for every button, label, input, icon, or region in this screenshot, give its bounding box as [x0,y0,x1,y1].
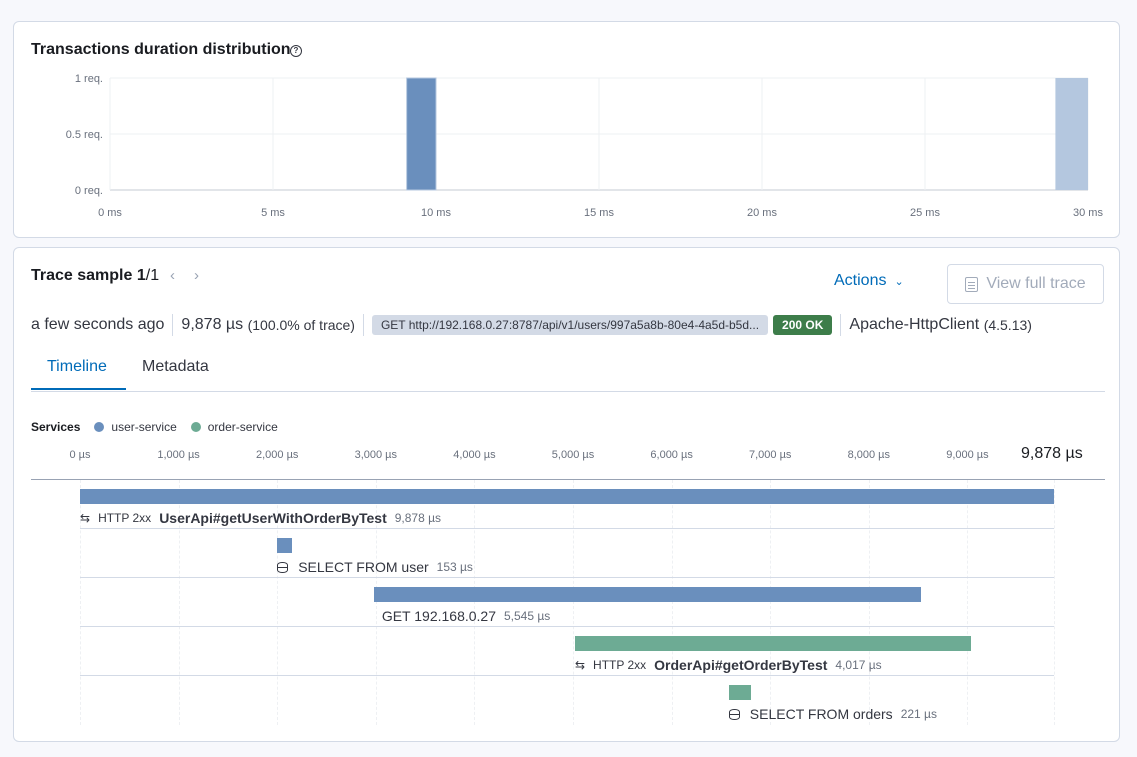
database-icon [728,708,740,720]
chevron-left-icon[interactable]: ‹ [170,267,175,284]
duration-distribution-panel: Transactions duration distribution ? 0 r… [13,21,1120,238]
span-row[interactable]: GET 192.168.0.27 5,545 µs [80,578,1054,627]
tab-metadata[interactable]: Metadata [142,358,209,376]
span-duration: 153 µs [436,560,473,574]
span-label: ⇆ HTTP 2xx OrderApi#getOrderByTest 4,017 µs [575,657,882,673]
span-row[interactable]: SELECT FROM orders 221 µs [80,676,1054,724]
span-row[interactable]: SELECT FROM user 153 µs [80,529,1054,578]
x-tick-label: 0 ms [98,207,122,219]
user-agent: Apache-HttpClient [849,316,980,333]
span-row[interactable]: ⇆ HTTP 2xx UserApi#getUserWithOrderByTest 9… [80,480,1054,529]
y-tick-label: 0.5 req. [66,129,103,141]
histogram-bar [406,77,437,191]
divider [172,314,174,336]
span-name: SELECT FROM orders [749,706,893,722]
span-bar[interactable] [728,685,751,700]
timeline-tick-label: 5,000 µs [551,449,595,461]
span-duration: 5,545 µs [504,609,551,623]
trace-duration-percent: (100.0% of trace) [247,317,355,333]
span-duration: 9,878 µs [394,511,442,525]
view-full-trace-label: View full trace [986,275,1086,292]
divider [362,314,364,336]
span-label: ⇆ HTTP 2xx UserApi#getUserWithOrderByTest 9… [80,510,441,526]
timeline-tick-label: 3,000 µs [354,449,398,461]
timeline-tick-label: 0 µs [69,449,91,461]
service-color-dot [94,422,105,432]
timeline-tick-label: 7,000 µs [749,449,792,461]
trace-sample-count: /1 [145,267,160,284]
span-label: SELECT FROM orders 221 µs [728,706,937,722]
span-name: OrderApi#getOrderByTest [654,657,828,673]
chevron-right-icon[interactable]: › [194,267,199,284]
services-legend: Services user-service order-service [31,420,292,434]
span-row[interactable]: ⇆ HTTP 2xx OrderApi#getOrderByTest 4,017 µs [80,627,1054,676]
user-agent-version: (4.5.13) [983,317,1032,333]
service-legend-item: order-service [190,420,278,434]
view-full-trace-button[interactable]: View full trace [947,264,1104,304]
x-tick-label: 5 ms [261,207,285,219]
timeline-tick-label: 9,000 µs [946,449,989,461]
timeline-tick-label: 2,000 µs [255,449,299,461]
divider [840,314,842,336]
histogram-bar [1055,78,1088,190]
database-icon [277,561,289,573]
chevron-down-icon: ⌄ [894,276,904,288]
y-tick-label: 1 req. [75,73,103,85]
timeline-tick-label: 8,000 µs [847,449,891,461]
x-tick-label: 25 ms [910,207,940,219]
document-icon [965,276,979,292]
span-duration: 221 µs [900,707,937,721]
duration-histogram: 0 req. 0.5 req. 1 req. 0 ms 5 ms 10 ms 15 ms 20… [66,73,1104,219]
active-tab-indicator [31,388,126,390]
actions-button[interactable]: Actions ⌄ [834,272,904,290]
trace-tabs: Timeline Metadata [31,346,1105,392]
span-bar[interactable] [574,636,972,651]
span-bar[interactable] [277,538,293,553]
x-tick-label: 20 ms [747,207,777,219]
span-label: SELECT FROM user 153 µs [277,559,473,575]
timeline-gridline [1054,480,1056,725]
span-duration: 4,017 µs [835,658,882,672]
trace-sample-title: Trace sample 1/1 [31,267,159,285]
trace-sample-label: Trace sample [31,267,133,284]
tab-timeline[interactable]: Timeline [47,358,107,376]
timeline-tick-label: 6,000 µs [650,449,693,461]
span-bar[interactable] [80,489,1054,504]
http-status-class: HTTP 2xx [98,511,152,525]
status-badge: 200 OK [773,315,833,335]
service-legend-item: user-service [94,420,177,434]
span-name: GET 192.168.0.27 [381,608,496,624]
trace-sample-position: 1 [136,267,146,284]
x-tick-label: 15 ms [584,207,614,219]
http-arrows-icon: ⇆ [80,511,91,525]
service-name: order-service [207,420,278,434]
timeline-tick-label: 4,000 µs [453,449,496,461]
span-name: SELECT FROM user [298,559,429,575]
x-tick-label: 10 ms [421,207,451,219]
service-color-dot [190,422,201,432]
service-name: user-service [111,420,177,434]
services-label: Services [31,420,81,434]
http-arrows-icon: ⇆ [574,658,586,672]
actions-label: Actions [834,272,887,289]
trace-timestamp: a few seconds ago [31,316,165,333]
timeline-tick-label: 1,000 µs [157,449,200,461]
trace-duration: 9,878 µs [181,316,244,333]
span-name: UserApi#getUserWithOrderByTest [159,510,387,526]
timeline-total-duration: 9,878 µs [1021,445,1083,462]
request-url-badge[interactable]: GET http://192.168.0.27:8787/api/v1/user… [371,315,769,335]
trace-summary: a few seconds ago 9,878 µs (100.0% of tr… [31,314,1032,336]
span-label: GET 192.168.0.27 5,545 µs [382,608,550,624]
http-status-class: HTTP 2xx [593,658,647,672]
y-tick-label: 0 req. [75,185,103,197]
x-tick-label: 30 ms [1073,207,1103,219]
trace-sample-panel: Trace sample 1/1 ‹ › Actions ⌄ View full … [13,247,1120,742]
span-bar[interactable] [373,587,921,602]
